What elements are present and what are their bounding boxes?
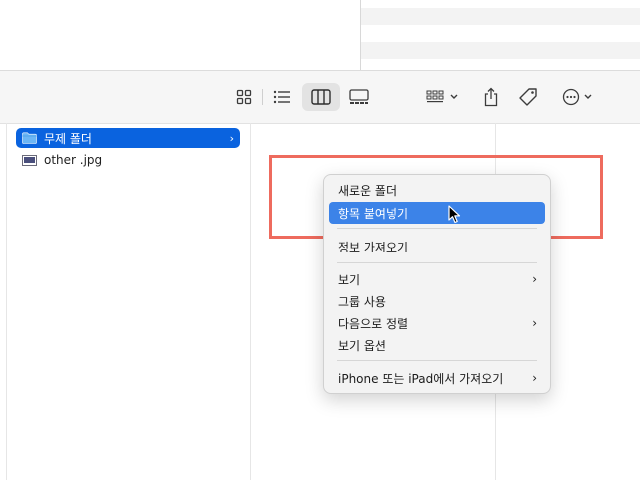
file-name: other .jpg	[44, 153, 103, 167]
chevron-down-icon	[584, 94, 591, 99]
menu-separator	[337, 228, 537, 229]
chevron-right-icon: ›	[532, 316, 537, 330]
background-window	[0, 0, 640, 70]
menu-item-view-options[interactable]: 보기 옵션	[329, 334, 545, 356]
menu-item-label: 보기	[338, 272, 361, 287]
toolbar-separator	[262, 89, 263, 105]
menu-item-get-info[interactable]: 정보 가져오기	[329, 234, 545, 252]
mouse-cursor-icon	[448, 205, 461, 224]
group-button[interactable]	[422, 83, 462, 111]
tag-icon	[519, 88, 537, 106]
background-stripe	[361, 8, 640, 25]
context-menu: 새로운 폴더 항목 붙여넣기 정보 가져오기 보기 › 그룹 사용 다음으로 정…	[323, 174, 551, 394]
grid-icon	[236, 89, 252, 105]
menu-item-use-groups[interactable]: 그룹 사용	[329, 290, 545, 312]
column-view-button[interactable]	[302, 83, 340, 111]
menu-item-label: 새로운 폴더	[338, 183, 398, 198]
chevron-right-icon: ›	[532, 371, 537, 385]
toolbar	[0, 70, 640, 124]
image-file-icon	[22, 154, 37, 166]
file-row-folder[interactable]: 무제 폴더 ›	[16, 128, 240, 148]
menu-item-paste-item[interactable]: 항목 붙여넣기	[329, 202, 545, 224]
menu-separator	[337, 262, 537, 263]
icon-view-button[interactable]	[232, 83, 256, 111]
file-name: 무제 폴더	[44, 131, 92, 146]
menu-item-label: 그룹 사용	[338, 294, 386, 309]
menu-item-import-from-iphone[interactable]: iPhone 또는 iPad에서 가져오기 ›	[329, 367, 545, 389]
gallery-icon	[349, 89, 369, 104]
columns-icon	[311, 89, 331, 105]
list-view-button[interactable]	[269, 83, 295, 111]
menu-item-label: iPhone 또는 iPad에서 가져오기	[338, 371, 504, 386]
group-icon	[426, 90, 443, 103]
tag-button[interactable]	[516, 83, 540, 111]
chevron-down-icon	[450, 94, 457, 99]
menu-item-view[interactable]: 보기 ›	[329, 268, 545, 290]
background-window-left-pane	[0, 0, 361, 70]
menu-item-label: 보기 옵션	[338, 338, 386, 353]
share-icon	[484, 87, 498, 107]
list-icon	[273, 90, 290, 104]
menu-item-sort-by[interactable]: 다음으로 정렬 ›	[329, 312, 545, 334]
chevron-right-icon: ›	[229, 131, 234, 145]
chevron-right-icon: ›	[532, 272, 537, 286]
menu-item-label: 항목 붙여넣기	[338, 206, 409, 221]
share-button[interactable]	[479, 83, 503, 111]
menu-item-new-folder[interactable]: 새로운 폴더	[329, 179, 545, 201]
column-separator	[250, 123, 251, 480]
column-separator	[6, 123, 7, 480]
gallery-view-button[interactable]	[346, 83, 372, 111]
folder-icon	[22, 132, 37, 144]
file-row-image[interactable]: other .jpg	[16, 150, 240, 170]
more-button[interactable]	[558, 83, 596, 111]
ellipsis-circle-icon	[562, 88, 579, 106]
menu-item-label: 다음으로 정렬	[338, 316, 409, 331]
menu-separator	[337, 360, 537, 361]
background-stripe	[361, 42, 640, 59]
menu-item-label: 정보 가져오기	[338, 241, 409, 252]
